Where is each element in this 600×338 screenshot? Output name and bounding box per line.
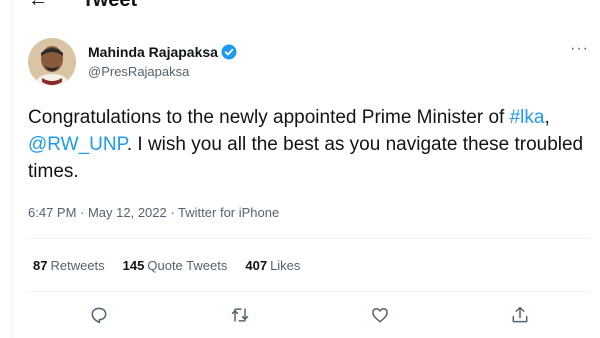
more-options-icon[interactable]: ··· xyxy=(570,40,589,58)
likes-label: Likes xyxy=(270,258,301,273)
likes-stat[interactable]: 407 Likes xyxy=(245,258,300,273)
quote-tweets-label: Quote Tweets xyxy=(147,258,228,273)
like-icon[interactable] xyxy=(368,303,392,327)
author-handle[interactable]: @PresRajapaksa xyxy=(88,64,189,79)
author-name[interactable]: Mahinda Rajapaksa xyxy=(88,44,218,60)
reply-icon[interactable] xyxy=(87,303,111,327)
arrow-left-icon[interactable]: ← xyxy=(28,0,48,12)
quote-tweets-count: 145 xyxy=(122,258,145,273)
column-border xyxy=(12,0,13,338)
verified-badge-icon xyxy=(221,44,237,60)
hashtag-link[interactable]: #lka xyxy=(510,107,545,128)
page-title: Tweet xyxy=(82,0,138,11)
author-name-row[interactable]: Mahinda Rajapaksa xyxy=(88,42,237,62)
divider xyxy=(28,291,590,292)
divider xyxy=(28,238,590,239)
tweet-timestamp[interactable]: 6:47 PM · May 12, 2022 · Twitter for iPh… xyxy=(28,205,279,220)
retweets-count: 87 xyxy=(33,258,48,273)
retweets-label: Retweets xyxy=(50,258,105,273)
retweet-icon[interactable] xyxy=(228,303,252,327)
tweet-stats: 87 Retweets 145 Quote Tweets 407 Likes xyxy=(33,258,300,273)
likes-count: 407 xyxy=(245,258,268,273)
tweet-text: Congratulations to the newly appointed P… xyxy=(28,104,588,185)
tweet-header: ← Tweet xyxy=(0,0,600,14)
avatar[interactable] xyxy=(28,38,76,86)
share-icon[interactable] xyxy=(508,303,532,327)
tweet-actions xyxy=(0,303,600,329)
tweet-text-part: , xyxy=(544,107,550,128)
retweets-stat[interactable]: 87 Retweets xyxy=(33,258,105,273)
tweet-text-part: Congratulations to the newly appointed P… xyxy=(28,107,510,128)
mention-link[interactable]: @RW_UNP xyxy=(28,134,127,155)
quote-tweets-stat[interactable]: 145 Quote Tweets xyxy=(123,258,228,273)
